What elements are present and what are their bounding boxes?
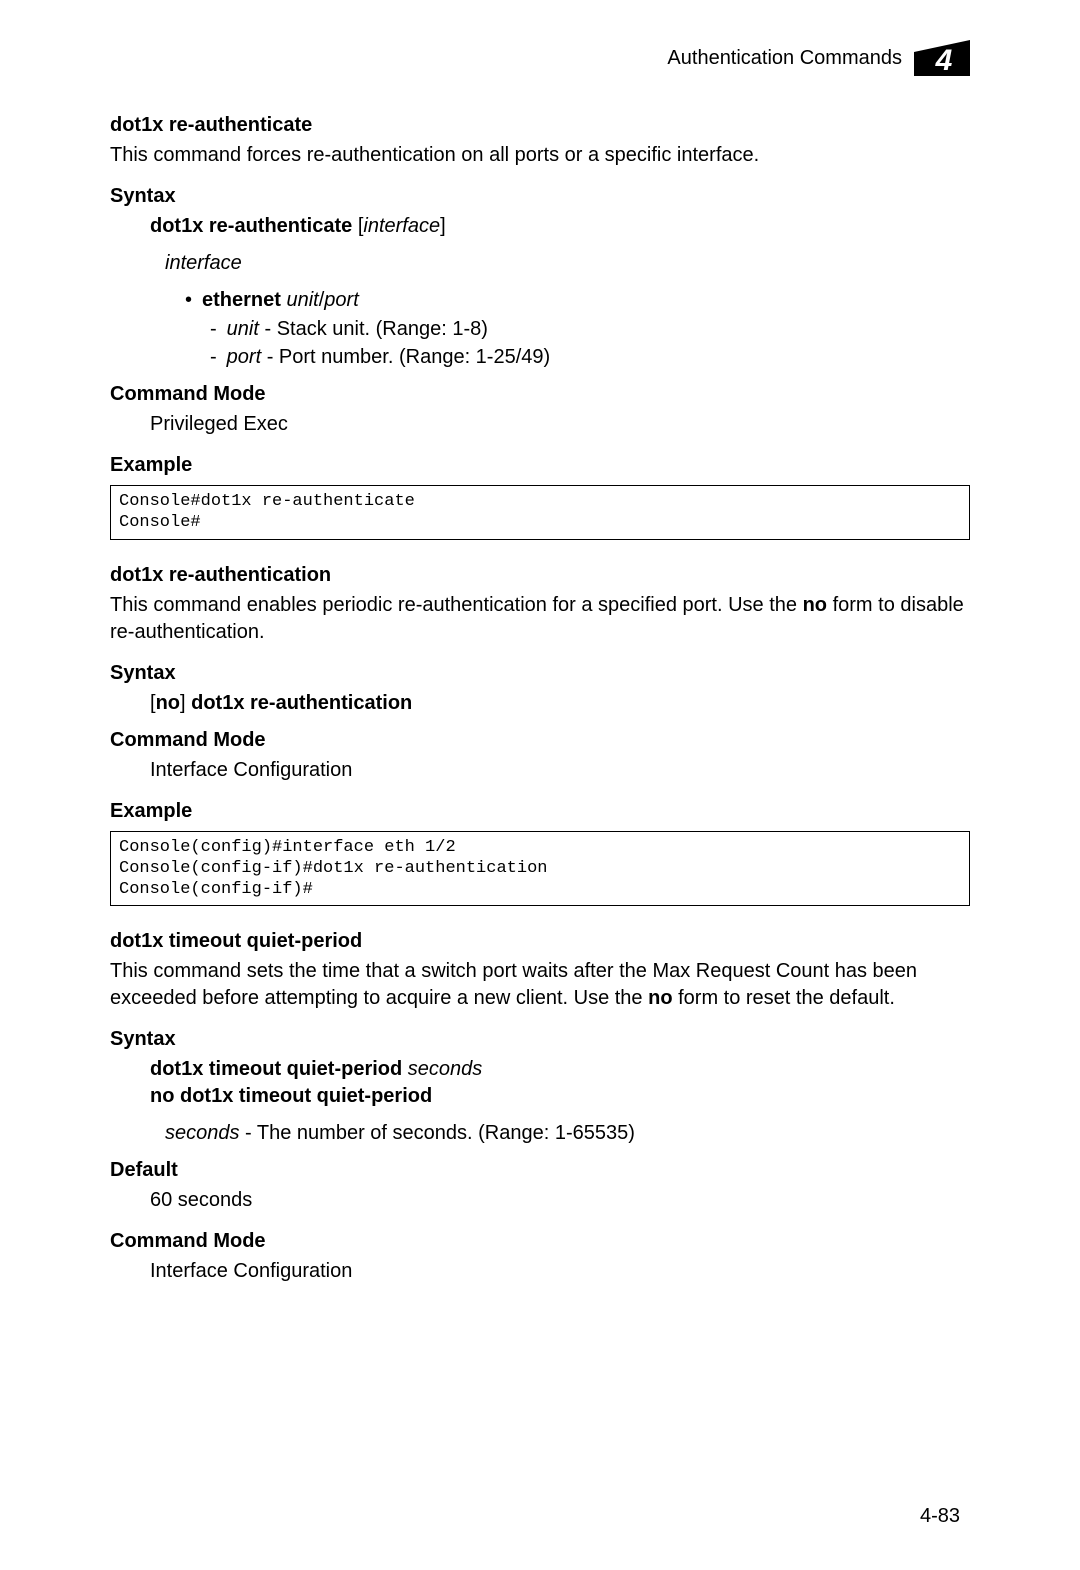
- cmd1-mode-value: Privileged Exec: [150, 411, 970, 438]
- cmd1-syntax-cmd: dot1x re-authenticate: [150, 215, 352, 237]
- cmd1-syntax-heading: Syntax: [110, 183, 970, 210]
- cmd2-mode-value: Interface Configuration: [150, 757, 970, 784]
- cmd3-default-heading: Default: [110, 1157, 970, 1184]
- cmd3-default-value: 60 seconds: [150, 1187, 970, 1214]
- cmd1-port-text: port - Port number. (Range: 1-25/49): [227, 344, 551, 371]
- cmd3-title: dot1x timeout quiet-period: [110, 928, 970, 955]
- cmd2-example-code: Console(config)#interface eth 1/2 Consol…: [110, 831, 970, 907]
- cmd2-mode-heading: Command Mode: [110, 727, 970, 754]
- cmd1-syntax-line: dot1x re-authenticate [interface]: [150, 213, 970, 240]
- cmd1-unit-text: unit - Stack unit. (Range: 1-8): [227, 316, 488, 343]
- cmd3-syntax-line2: no dot1x timeout quiet-period: [150, 1083, 970, 1110]
- cmd1-ethernet-bullet: • ethernet unit/port: [185, 287, 970, 314]
- cmd1-mode-heading: Command Mode: [110, 381, 970, 408]
- page-header: Authentication Commands 4: [110, 40, 970, 76]
- cmd1-example-heading: Example: [110, 452, 970, 479]
- cmd3-description: This command sets the time that a switch…: [110, 958, 970, 1012]
- cmd3-syntax-line1: dot1x timeout quiet-period seconds: [150, 1056, 970, 1083]
- svg-text:4: 4: [935, 44, 953, 76]
- cmd1-syntax-arg: interface: [363, 215, 440, 237]
- cmd3-seconds-param: seconds - The number of seconds. (Range:…: [165, 1120, 970, 1147]
- cmd1-unit-item: - unit - Stack unit. (Range: 1-8): [210, 316, 970, 343]
- cmd3-syntax-heading: Syntax: [110, 1026, 970, 1053]
- dash-icon: -: [210, 344, 217, 371]
- page-number: 4-83: [920, 1503, 960, 1530]
- cmd1-ethernet-text: ethernet unit/port: [202, 287, 359, 314]
- cmd2-description: This command enables periodic re-authent…: [110, 592, 970, 646]
- cmd1-description: This command forces re-authentication on…: [110, 142, 970, 169]
- cmd1-interface-label: interface: [165, 250, 970, 277]
- cmd2-title: dot1x re-authentication: [110, 562, 970, 589]
- cmd3-mode-value: Interface Configuration: [150, 1258, 970, 1285]
- chapter-number-icon: 4: [914, 40, 970, 76]
- dash-icon: -: [210, 316, 217, 343]
- cmd2-syntax-heading: Syntax: [110, 660, 970, 687]
- bullet-icon: •: [185, 287, 192, 314]
- cmd1-syntax-bracket-close: ]: [440, 215, 446, 237]
- cmd2-example-heading: Example: [110, 798, 970, 825]
- header-title: Authentication Commands: [667, 45, 902, 72]
- cmd1-title: dot1x re-authenticate: [110, 112, 970, 139]
- cmd1-example-code: Console#dot1x re-authenticate Console#: [110, 485, 970, 540]
- cmd2-syntax-line: [no] dot1x re-authentication: [150, 690, 970, 717]
- cmd1-syntax-bracket-open: [: [352, 215, 363, 237]
- cmd1-port-item: - port - Port number. (Range: 1-25/49): [210, 344, 970, 371]
- cmd3-mode-heading: Command Mode: [110, 1228, 970, 1255]
